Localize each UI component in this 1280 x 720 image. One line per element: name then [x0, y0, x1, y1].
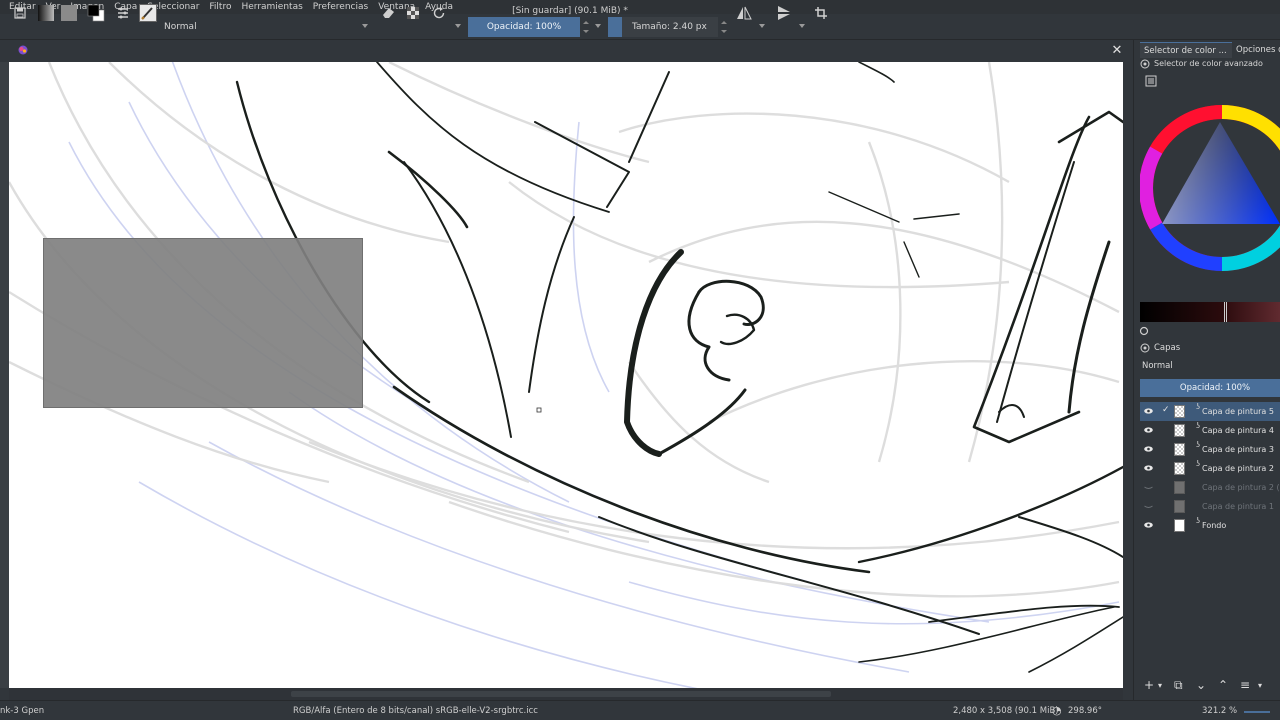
- layer-name: Capa de pintura 1: [1202, 502, 1274, 511]
- layer-thumbnail: [1174, 424, 1185, 437]
- canvas-right-gutter: [1123, 62, 1133, 688]
- color-history-strip[interactable]: [1140, 302, 1280, 322]
- right-docker-panel: Selector de color ... Opciones de Select…: [1133, 40, 1280, 700]
- layer-opacity-slider[interactable]: Opacidad: 100%: [1140, 379, 1280, 397]
- reset-icon[interactable]: [1139, 326, 1149, 336]
- layers-toolbar: + ▾ ⧉ ⌄ ⌃ ≡ ▾: [1140, 678, 1280, 694]
- chevron-down-icon: [799, 24, 805, 28]
- size-label: Tamaño: 2.40 px: [632, 22, 707, 32]
- float-panel-icon[interactable]: [1140, 59, 1150, 69]
- rotation-icon[interactable]: ◔: [1052, 704, 1062, 717]
- layer-row[interactable]: ʖ Fondo: [1140, 516, 1280, 535]
- tab-color-selector[interactable]: Selector de color ...: [1140, 42, 1232, 58]
- close-icon[interactable]: ✕: [1110, 44, 1124, 58]
- size-spinner[interactable]: [720, 17, 728, 37]
- eye-icon[interactable]: [1144, 446, 1153, 452]
- layer-name: Capa de pintura 2 (...: [1202, 483, 1280, 492]
- layers-panel-title: Capas: [1154, 343, 1181, 353]
- eye-closed-icon[interactable]: [1144, 503, 1153, 509]
- color-marker[interactable]: [1224, 302, 1227, 322]
- layer-name: Capa de pintura 5: [1202, 407, 1274, 416]
- inherit-alpha-icon[interactable]: ʖ: [1196, 440, 1200, 449]
- layer-row[interactable]: ✓ ʖ Capa de pintura 5: [1140, 402, 1280, 421]
- color-settings-icon[interactable]: [1145, 75, 1157, 87]
- eye-closed-icon[interactable]: [1144, 484, 1153, 490]
- current-brush-name: nk-3 Gpen: [0, 706, 45, 716]
- inherit-alpha-icon[interactable]: ʖ: [1196, 402, 1200, 411]
- krita-logo-icon: [17, 44, 29, 56]
- horizontal-scrollbar[interactable]: [9, 688, 1123, 700]
- layer-row[interactable]: ʖ Capa de pintura 2: [1140, 459, 1280, 478]
- layer-name: Capa de pintura 4: [1202, 426, 1274, 435]
- scrollbar-thumb[interactable]: [291, 691, 831, 697]
- eye-icon[interactable]: [1144, 522, 1153, 528]
- opacity-slider[interactable]: Opacidad: 100%: [468, 17, 580, 37]
- color-wheel[interactable]: [1140, 98, 1280, 278]
- eye-icon[interactable]: [1144, 408, 1153, 414]
- chevron-down-icon: [455, 24, 461, 28]
- move-layer-up-icon[interactable]: ⌃: [1218, 678, 1228, 692]
- layer-name: Capa de pintura 3: [1202, 445, 1274, 454]
- inherit-alpha-icon[interactable]: ʖ: [1196, 459, 1200, 468]
- document-tab-bar: [0, 40, 1133, 62]
- document-title: [Sin guardar] (90.1 MiB) *: [512, 6, 628, 16]
- move-layer-down-icon[interactable]: ⌄: [1196, 678, 1206, 692]
- layer-thumbnail: [1174, 519, 1185, 532]
- tab-tool-options[interactable]: Opciones de: [1232, 42, 1280, 58]
- chevron-down-icon: [595, 24, 601, 28]
- inherit-alpha-icon[interactable]: ʖ: [1196, 516, 1200, 525]
- duplicate-layer-icon[interactable]: ⧉: [1174, 678, 1183, 693]
- canvas-left-gutter: [0, 62, 9, 688]
- layer-thumbnail: [1174, 405, 1185, 418]
- canvas-rotation: 298.96°: [1068, 706, 1102, 716]
- drawing-canvas[interactable]: [9, 62, 1123, 688]
- chevron-down-icon[interactable]: ▾: [1258, 681, 1262, 690]
- float-panel-icon[interactable]: [1140, 343, 1150, 353]
- layer-row[interactable]: ʖ Capa de pintura 4: [1140, 421, 1280, 440]
- layer-thumbnail: [1174, 481, 1185, 494]
- color-selector-title: Selector de color avanzado: [1154, 59, 1263, 68]
- gray-overlay-rectangle: [43, 238, 363, 408]
- add-layer-icon[interactable]: +: [1144, 678, 1154, 692]
- chevron-down-icon: [362, 24, 368, 28]
- layer-row[interactable]: Capa de pintura 1: [1140, 497, 1280, 516]
- size-slider[interactable]: Tamaño: 2.40 px: [608, 17, 718, 37]
- layer-properties-icon[interactable]: ≡: [1240, 678, 1250, 692]
- layer-row[interactable]: ʖ Capa de pintura 3: [1140, 440, 1280, 459]
- krita-window: Editar Ver Imagen Capa Seleccionar Filtr…: [0, 0, 1280, 720]
- inherit-alpha-icon[interactable]: ʖ: [1196, 421, 1200, 430]
- blend-mode-dropdown[interactable]: Normal: [160, 18, 370, 36]
- zoom-slider[interactable]: [1244, 711, 1270, 713]
- opacity-spinner[interactable]: [582, 17, 590, 37]
- eye-icon[interactable]: [1144, 427, 1153, 433]
- eye-icon[interactable]: [1144, 465, 1153, 471]
- layer-blend-mode-dropdown[interactable]: Normal: [1142, 361, 1173, 371]
- status-bar: nk-3 Gpen RGB/Alfa (Entero de 8 bits/can…: [0, 700, 1280, 720]
- chevron-down-icon: [759, 24, 765, 28]
- layer-thumbnail: [1174, 500, 1185, 513]
- layer-row[interactable]: Capa de pintura 2 (...: [1140, 478, 1280, 497]
- color-space-info: RGB/Alfa (Entero de 8 bits/canal) sRGB-e…: [293, 706, 538, 716]
- layer-name: Capa de pintura 2: [1202, 464, 1274, 473]
- image-dimensions: 2,480 x 3,508 (90.1 MiB): [953, 706, 1059, 716]
- layer-thumbnail: [1174, 443, 1185, 456]
- layer-thumbnail: [1174, 462, 1185, 475]
- chevron-down-icon[interactable]: ▾: [1158, 681, 1162, 690]
- active-layer-check-icon: ✓: [1162, 405, 1170, 415]
- layer-name: Fondo: [1202, 521, 1227, 530]
- zoom-level: 321.2 %: [1202, 706, 1238, 716]
